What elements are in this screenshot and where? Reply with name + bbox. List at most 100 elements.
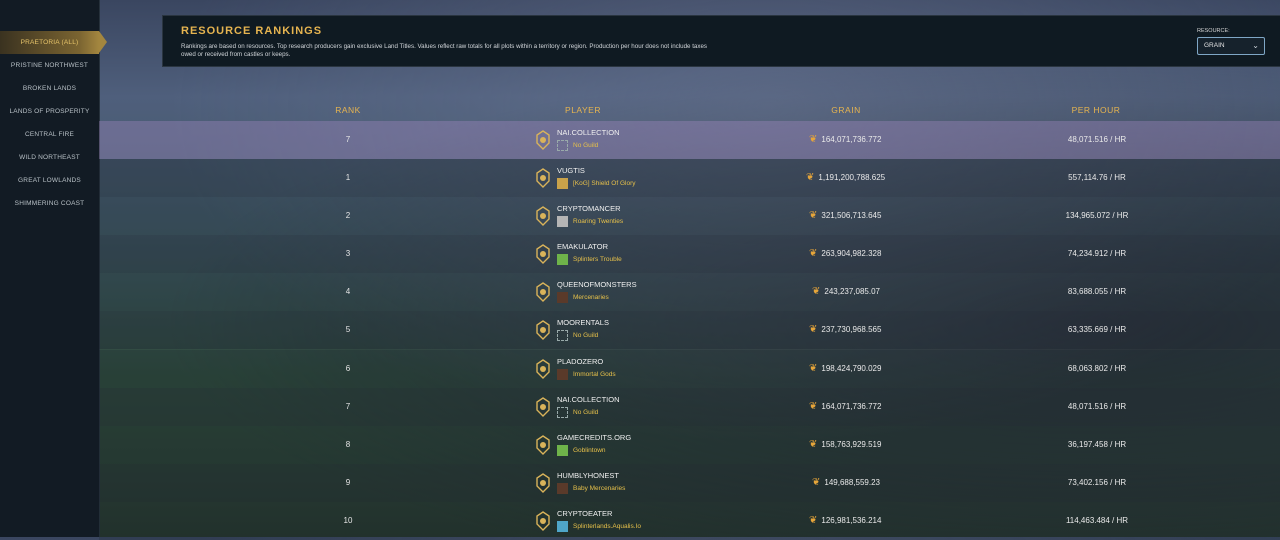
per-hour-value: 48,071.516 / HR [1067,402,1127,411]
guild-emblem-icon [557,369,568,380]
rank-cell: 1 [345,173,351,182]
rankings-header: RESOURCE RANKINGS Rankings are based on … [162,15,1280,67]
chevron-down-icon: ⌄ [1252,41,1259,50]
guild-name[interactable]: Roaring Twenties [573,218,643,226]
grain-value: 263,904,982.328 [821,249,882,259]
guild-name[interactable]: Goblintown [573,447,643,455]
grain-icon: ❦ [809,401,818,412]
table-row[interactable]: 7 NAI.COLLECTION No Guild ❦ 164,071,736.772 4… [99,388,1280,426]
player-rank-badge-icon [536,206,550,226]
sidebar-item-praetoria-all[interactable]: PRAETORIA (ALL) [0,31,107,54]
grain-icon: ❦ [812,286,821,297]
guild-name[interactable]: Immortal Gods [573,371,643,379]
column-header-grain[interactable]: GRAIN [831,105,860,115]
sidebar-item-broken-lands[interactable]: BROKEN LANDS [0,77,99,100]
player-name[interactable]: PLADOZERO [557,357,603,366]
table-row[interactable]: 4 QUEENOFMONSTERS Mercenaries ❦ 243,237,085.… [99,273,1280,311]
rank-cell: 2 [345,211,351,220]
guild-emblem-icon [557,407,568,418]
grain-value: 198,424,790.029 [821,364,882,374]
per-hour-value: 83,688.055 / HR [1067,287,1127,296]
player-name[interactable]: EMAKULATOR [557,242,608,251]
rank-cell: 3 [345,249,351,258]
table-row[interactable]: 10 CRYPTOEATER Splinterlands.Aqualis.Io ❦ 12… [99,502,1280,540]
sidebar-item-central-fire[interactable]: CENTRAL FIRE [0,123,99,146]
player-rank-badge-icon [536,168,550,188]
rank-cell: 9 [345,478,351,487]
per-hour-value: 48,071.516 / HR [1067,135,1127,144]
guild-name[interactable]: [KoG] Shield Of Glory [573,180,643,188]
grain-value: 164,071,736.772 [821,402,882,412]
guild-name[interactable]: No Guild [573,409,643,417]
grain-icon: ❦ [809,324,818,335]
grain-amount: ❦ 126,981,536.214 [809,502,881,540]
rank-cell: 7 [345,135,351,144]
player-rank-badge-icon [536,511,550,531]
guild-name[interactable]: No Guild [573,332,643,340]
resource-select[interactable]: GRAIN ⌄ [1197,37,1265,55]
guild-name[interactable]: No Guild [573,142,643,150]
table-row[interactable]: 6 PLADOZERO Immortal Gods ❦ 198,424,790.029 6… [99,350,1280,388]
rank-cell: 6 [345,364,351,373]
sidebar-item-lands-of-prosperity[interactable]: LANDS OF PROSPERITY [0,100,99,123]
table-row-current-player[interactable]: 7 NAI.COLLECTION No Guild ❦ 164,071,736.772 4… [99,121,1280,159]
grain-value: 149,688,559.23 [824,478,880,488]
region-list: PRAETORIA (ALL) PRISTINE NORTHWEST BROKEN … [0,0,107,215]
guild-name[interactable]: Baby Mercenaries [573,485,643,493]
player-name[interactable]: HUMBLYHONEST [557,471,619,480]
player-rank-badge-icon [536,282,550,302]
player-name[interactable]: GAMECREDITS.ORG [557,433,631,442]
grain-icon: ❦ [809,134,818,145]
player-rank-badge-icon [536,130,550,150]
table-row[interactable]: 3 EMAKULATOR Splinters Trouble ❦ 263,904,982… [99,235,1280,273]
guild-name[interactable]: Splinters Trouble [573,256,643,264]
grain-icon: ❦ [812,477,821,488]
player-name[interactable]: CRYPTOMANCER [557,204,620,213]
per-hour-value: 73,402.156 / HR [1067,478,1127,487]
player-name[interactable]: NAI.COLLECTION [557,128,620,137]
sidebar-item-shimmering-coast[interactable]: SHIMMERING COAST [0,192,99,215]
table-row[interactable]: 9 HUMBLYHONEST Baby Mercenaries ❦ 149,688,55… [99,464,1280,502]
table-row[interactable]: 5 MOORENTALS No Guild ❦ 237,730,968.565 63,33… [99,311,1280,349]
sidebar-item-wild-northeast[interactable]: WILD NORTHEAST [0,146,99,169]
column-header-player[interactable]: PLAYER [565,105,601,115]
sidebar-item-pristine-northwest[interactable]: PRISTINE NORTHWEST [0,54,99,77]
rank-cell: 8 [345,440,351,449]
rank-cell: 10 [343,516,353,525]
rank-cell: 4 [345,287,351,296]
player-rank-badge-icon [536,397,550,417]
table-row[interactable]: 8 GAMECREDITS.ORG Goblintown ❦ 158,763,929.5… [99,426,1280,464]
grain-amount: ❦ 158,763,929.519 [809,426,881,464]
player-name[interactable]: QUEENOFMONSTERS [557,280,637,289]
grain-value: 164,071,736.772 [821,135,882,145]
rank-cell: 5 [345,325,351,334]
guild-name[interactable]: Mercenaries [573,294,643,302]
guild-emblem-icon [557,292,568,303]
guild-name[interactable]: Splinterlands.Aqualis.Io [573,523,643,531]
player-name[interactable]: MOORENTALS [557,318,609,327]
grain-value: 321,506,713.645 [821,211,882,221]
rankings-description: Rankings are based on resources. Top res… [181,43,707,58]
column-header-rank[interactable]: RANK [335,105,361,115]
grain-amount: ❦ 237,730,968.565 [809,311,881,349]
per-hour-value: 36,197.458 / HR [1067,440,1127,449]
grain-value: 158,763,929.519 [821,440,882,450]
sidebar-item-great-lowlands[interactable]: GREAT LOWLANDS [0,169,99,192]
grain-amount: ❦ 198,424,790.029 [809,350,881,388]
guild-emblem-icon [557,254,568,265]
column-header-per-hour[interactable]: PER HOUR [1072,105,1121,115]
grain-icon: ❦ [809,439,818,450]
per-hour-value: 557,114.76 / HR [1068,173,1126,182]
grain-amount: ❦ 263,904,982.328 [809,235,881,273]
grain-icon: ❦ [809,248,818,259]
grain-amount: ❦ 1,191,200,788.625 [806,159,885,197]
grain-amount: ❦ 164,071,736.772 [809,388,881,426]
player-name[interactable]: CRYPTOEATER [557,509,612,518]
grain-amount: ❦ 149,688,559.23 [812,464,880,502]
table-row[interactable]: 2 CRYPTOMANCER Roaring Twenties ❦ 321,506,71… [99,197,1280,235]
player-name[interactable]: VUGTIS [557,166,585,175]
grain-value: 237,730,968.565 [821,325,882,335]
player-name[interactable]: NAI.COLLECTION [557,395,620,404]
guild-emblem-icon [557,178,568,189]
table-row[interactable]: 1 VUGTIS [KoG] Shield Of Glory ❦ 1,191,200,7… [99,159,1280,197]
